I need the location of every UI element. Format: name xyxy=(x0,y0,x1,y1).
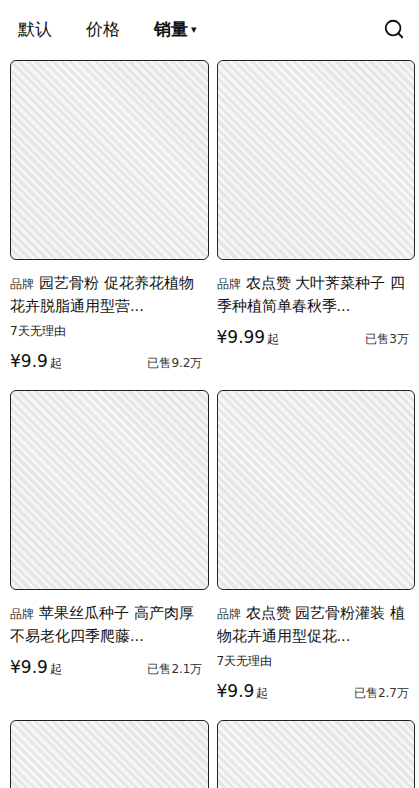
product-card[interactable] xyxy=(217,720,416,788)
brand-label: 品牌 xyxy=(10,277,34,291)
dropdown-arrow: ▾ xyxy=(191,23,197,36)
product-image xyxy=(10,390,209,590)
sort-tab[interactable]: 销量▾ xyxy=(154,18,197,41)
price-row: ¥9.9起 已售2.7万 xyxy=(217,681,416,706)
price-suffix: 起 xyxy=(50,661,62,678)
sold-count: 已售2.7万 xyxy=(354,685,409,702)
search-button[interactable] xyxy=(383,18,405,40)
search-icon xyxy=(383,18,405,40)
brand-label: 品牌 xyxy=(10,607,34,621)
price: ¥9.9 xyxy=(217,681,255,701)
product-title: 品牌苹果丝瓜种子 高产肉厚不易老化四季爬藤... xyxy=(10,602,209,647)
product-card[interactable]: 品牌园艺骨粉 促花养花植物花卉脱脂通用型营... 7天无理由 ¥9.9起 已售9.2万 xyxy=(10,60,209,376)
product-image xyxy=(217,390,416,590)
product-card[interactable]: 品牌农点赞 园艺骨粉灌装 植物花卉通用型促花... 7天无理由 ¥9.9起 已售2.7… xyxy=(217,390,416,706)
price-suffix: 起 xyxy=(256,685,268,702)
price-suffix: 起 xyxy=(267,331,279,348)
return-tag: 7天无理由 xyxy=(217,653,416,671)
brand-label: 品牌 xyxy=(217,277,241,291)
sold-count: 已售9.2万 xyxy=(147,355,202,372)
price: ¥9.9 xyxy=(10,351,48,371)
sold-count: 已售2.1万 xyxy=(147,661,202,678)
product-card[interactable]: 品牌苹果丝瓜种子 高产肉厚不易老化四季爬藤... ¥9.9起 已售2.1万 xyxy=(10,390,209,706)
product-card[interactable]: 品牌农点赞 大叶荠菜种子 四季种植简单春秋季... ¥9.99起 已售3万 xyxy=(217,60,416,376)
product-title: 品牌农点赞 大叶荠菜种子 四季种植简单春秋季... xyxy=(217,272,416,317)
product-grid: 品牌园艺骨粉 促花养花植物花卉脱脂通用型营...7天无理由¥9.9起已售9.2万… xyxy=(0,58,419,788)
brand-label: 品牌 xyxy=(217,607,241,621)
product-title: 品牌园艺骨粉 促花养花植物花卉脱脂通用型营... xyxy=(10,272,209,317)
product-image xyxy=(217,60,416,260)
price-row: ¥9.9起 已售2.1万 xyxy=(10,657,209,682)
product-list-page: 默认 价格 销量▾ 品牌园艺骨粉 促花养花植物花卉脱脂通用型营... 7天无理由 ¥9.9… xyxy=(0,0,419,788)
product-title: 品牌农点赞 园艺骨粉灌装 植物花卉通用型促花... xyxy=(217,602,416,647)
product-card[interactable] xyxy=(10,720,209,788)
price: ¥9.9 xyxy=(10,657,48,677)
product-image xyxy=(217,720,416,788)
sort-tab[interactable]: 价格 xyxy=(86,18,120,41)
price-row: ¥9.99起 已售3万 xyxy=(217,327,416,352)
price-suffix: 起 xyxy=(50,355,62,372)
product-image xyxy=(10,60,209,260)
sold-count: 已售3万 xyxy=(365,331,409,348)
price-row: ¥9.9起 已售9.2万 xyxy=(10,351,209,376)
sort-tab[interactable]: 默认 xyxy=(18,18,52,41)
price: ¥9.99 xyxy=(217,327,266,347)
return-tag: 7天无理由 xyxy=(10,323,209,341)
product-image xyxy=(10,720,209,788)
sort-bar: 默认 价格 销量▾ xyxy=(0,0,419,58)
